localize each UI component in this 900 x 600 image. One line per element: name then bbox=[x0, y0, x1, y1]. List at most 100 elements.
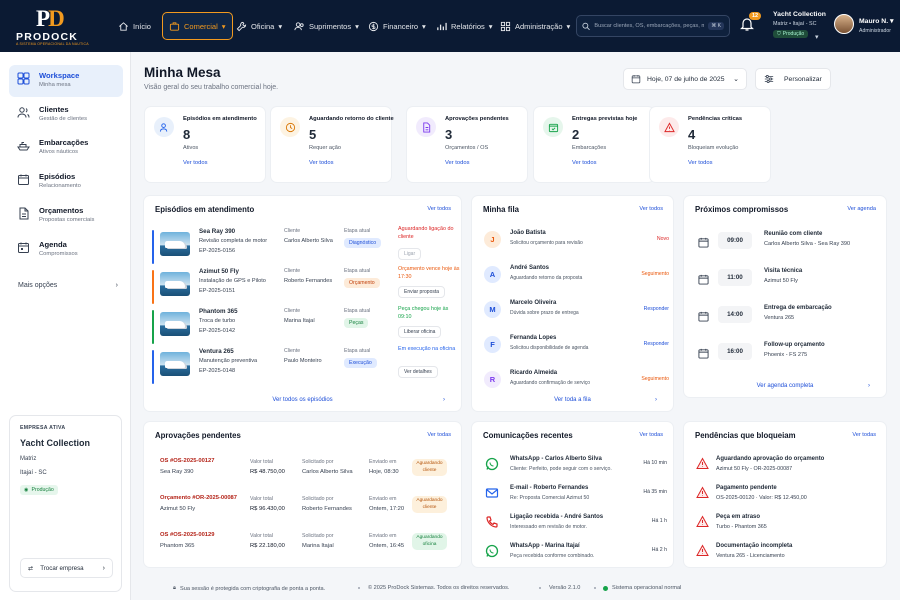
episode-status: Aguardando ligação do cliente bbox=[398, 226, 454, 240]
card-link[interactable]: Ver todos bbox=[427, 206, 451, 212]
notifications-button[interactable]: 12 bbox=[740, 12, 762, 36]
stage-label: Etapa atual bbox=[344, 348, 371, 354]
blocker-subtitle: Ventura 265 - Licenciamento bbox=[716, 553, 785, 559]
approval-status-badge: Aguardando cliente bbox=[412, 496, 447, 513]
kpi-value: 8 bbox=[183, 127, 191, 142]
episode-boat-name: Sea Ray 390 bbox=[199, 228, 236, 235]
requested-by-label: Solicitado por bbox=[302, 459, 334, 465]
episode-row[interactable]: Ventura 265 Manutenção preventiva EP-2025-… bbox=[152, 346, 457, 387]
switch-company-button[interactable]: ⇄ Trocar empresa › bbox=[20, 558, 113, 578]
card-link[interactable]: Ver todas bbox=[427, 432, 451, 438]
queue-name: Ricardo Almeida bbox=[510, 370, 558, 376]
approval-row[interactable]: OS #OS-2025-00129 Phantom 365 Valor total R… bbox=[152, 529, 457, 561]
global-search[interactable]: ⌘ K bbox=[576, 15, 730, 37]
communication-item[interactable]: Ligação recebida - André Santos Interessa… bbox=[480, 511, 675, 543]
episode-code: EP-2025-0142 bbox=[199, 328, 236, 334]
sidebar-item-workspace[interactable]: Workspace Minha mesa bbox=[9, 65, 123, 97]
date-picker-button[interactable]: Hoje, 07 de julho de 2025 ⌄ bbox=[623, 68, 747, 90]
sidebar-item-embarcacoes[interactable]: Embarcações Ativos náuticos bbox=[9, 132, 123, 164]
chevron-right-icon: › bbox=[115, 282, 118, 289]
communications-card: Comunicações recentes Ver todas WhatsApp… bbox=[471, 421, 674, 568]
kpi-link[interactable]: Ver todos bbox=[309, 160, 381, 166]
episode-action-button[interactable]: Enviar proposta bbox=[398, 286, 446, 298]
shield-icon: ⛉ bbox=[777, 31, 781, 37]
nav-oficina[interactable]: Oficina ▾ bbox=[230, 12, 288, 40]
episode-action-button[interactable]: Ver detalhes bbox=[398, 366, 438, 378]
card-link[interactable]: Ver agenda bbox=[847, 206, 876, 212]
queue-tag: Seguimento bbox=[641, 271, 669, 277]
queue-item[interactable]: J João Batista Solicitou orçamento para re… bbox=[480, 227, 675, 263]
episode-row[interactable]: Sea Ray 390 Revisão completa de motor EP-2… bbox=[152, 226, 457, 267]
environment-label: Produção bbox=[782, 31, 805, 37]
queue-item[interactable]: M Marcelo Oliveira Dúvida sobre prazo de e… bbox=[480, 297, 675, 333]
agenda-item[interactable]: 11:00 Visita técnica Azimut 50 Fly bbox=[694, 265, 878, 295]
nav-relatorios[interactable]: Relatórios ▾ bbox=[430, 12, 499, 40]
sidebar-item-clientes[interactable]: Clientes Gestão de clientes bbox=[9, 99, 123, 131]
blocker-item[interactable]: Aguardando aprovação do orçamento Azimut … bbox=[692, 453, 882, 485]
kpi-link[interactable]: Ver todos bbox=[183, 160, 255, 166]
card-link[interactable]: Ver todas bbox=[852, 432, 876, 438]
agenda-title: Entrega de embarcação bbox=[764, 305, 832, 311]
workspace-icon bbox=[17, 72, 30, 85]
agenda-item[interactable]: 09:00 Reunião com cliente Carlos Alberto S… bbox=[694, 228, 878, 258]
agenda-item[interactable]: 14:00 Entrega de embarcação Ventura 265 bbox=[694, 302, 878, 332]
kpi-sub: Embarcações bbox=[572, 145, 607, 151]
approval-row[interactable]: Orçamento #OR-2025-00087 Azimut 50 Fly Val… bbox=[152, 492, 457, 524]
blocker-item[interactable]: Peça em atraso Turbo - Phantom 365 bbox=[692, 511, 882, 543]
sidebar-item-orcamentos[interactable]: Orçamentos Propostas comerciais bbox=[9, 200, 123, 232]
more-options[interactable]: Mais opções › bbox=[18, 282, 118, 289]
sidebar-item-agenda[interactable]: Agenda Compromissos bbox=[9, 234, 123, 266]
kpi-link[interactable]: Ver todos bbox=[572, 160, 644, 166]
avatar[interactable] bbox=[834, 14, 854, 34]
kpi-sub: Requer ação bbox=[309, 145, 342, 151]
card-link[interactable]: Ver todas bbox=[639, 432, 663, 438]
nav-financeiro[interactable]: Financeiro ▾ bbox=[362, 12, 432, 40]
customize-button[interactable]: Personalizar bbox=[755, 68, 831, 90]
approval-row[interactable]: OS #OS-2025-00127 Sea Ray 390 Valor total R… bbox=[152, 455, 457, 487]
communication-item[interactable]: WhatsApp - Carlos Alberto Silva Cliente: … bbox=[480, 453, 675, 485]
communication-item[interactable]: WhatsApp - Marina Itajaí Peça recebida co… bbox=[480, 540, 675, 572]
episode-row[interactable]: Phantom 365 Troca de turbo EP-2025-0142 Cli… bbox=[152, 306, 457, 347]
page-footer: 🔒︎ Sua sessão é protegida com criptografi… bbox=[131, 578, 900, 600]
boat-thumbnail bbox=[160, 312, 190, 336]
episode-action-button[interactable]: Ligar bbox=[398, 248, 422, 260]
queue-description: Solicitou disponibilidade de agenda bbox=[510, 345, 589, 351]
sidebar-item-label: Clientes bbox=[39, 105, 69, 114]
user-role: Administrador bbox=[859, 28, 892, 34]
blocker-item[interactable]: Pagamento pendente OS-2025-00120 · Valor:… bbox=[692, 482, 882, 514]
queue-card: Minha fila Ver todos J João Batista Solici… bbox=[471, 195, 674, 412]
prodock-logo[interactable]: PD PRODOCK A SISTEMA OPERACIONAL DA NAUT… bbox=[14, 5, 98, 47]
search-input[interactable] bbox=[594, 23, 705, 29]
queue-item[interactable]: F Fernanda Lopes Solicitou disponibilidade… bbox=[480, 332, 675, 368]
calendar-icon bbox=[698, 309, 709, 322]
blocker-item[interactable]: Documentação incompleta Ventura 265 - Lic… bbox=[692, 540, 882, 572]
company-kicker: EMPRESA ATIVA bbox=[20, 425, 66, 431]
approval-boat: Azimut 50 Fly bbox=[160, 506, 196, 512]
kpi-link[interactable]: Ver todos bbox=[445, 160, 517, 166]
warning-icon bbox=[696, 544, 709, 557]
chevron-down-icon[interactable]: ▾ bbox=[815, 33, 819, 41]
queue-footer-link[interactable]: Ver toda a fila › bbox=[472, 397, 673, 403]
card-link[interactable]: Ver todos bbox=[639, 206, 663, 212]
episode-code: EP-2025-0151 bbox=[199, 288, 236, 294]
episode-row[interactable]: Azimut 50 Fly Instalação de GPS e Piloto E… bbox=[152, 266, 459, 307]
wrench-icon bbox=[236, 21, 247, 31]
sidebar-item-sub: Compromissos bbox=[39, 251, 78, 257]
kpi-link[interactable]: Ver todos bbox=[688, 160, 760, 166]
episodes-footer-link[interactable]: Ver todos os episódios › bbox=[144, 397, 461, 403]
sidebar-item-episodios[interactable]: Episódios Relacionamento bbox=[9, 166, 123, 198]
nav-inicio[interactable]: Início bbox=[112, 12, 157, 40]
user-name: Mauro N. ▾ bbox=[859, 18, 894, 25]
nav-comercial[interactable]: Comercial ▾ bbox=[162, 12, 233, 40]
episode-action-button[interactable]: Liberar oficina bbox=[398, 326, 442, 338]
agenda-item[interactable]: 16:00 Follow-up orçamento Phoenix - FS 275 bbox=[694, 339, 878, 369]
approvals-card: Aprovações pendentes Ver todas OS #OS-20… bbox=[143, 421, 462, 568]
communication-item[interactable]: E-mail - Roberto Fernandes Re: Proposta C… bbox=[480, 482, 675, 514]
agenda-time: 14:00 bbox=[718, 306, 752, 323]
agenda-footer-link[interactable]: Ver agenda completa › bbox=[684, 383, 886, 389]
nav-administracao[interactable]: Administração ▾ bbox=[494, 12, 576, 40]
user-menu[interactable]: Mauro N. ▾ Administrador bbox=[859, 17, 893, 34]
nav-suprimentos[interactable]: Suprimentos ▾ bbox=[288, 12, 365, 40]
queue-item[interactable]: A André Santos Aguardando retorno da propo… bbox=[480, 262, 675, 298]
episode-status: Peça chegou hoje às 09:10 bbox=[398, 306, 449, 320]
